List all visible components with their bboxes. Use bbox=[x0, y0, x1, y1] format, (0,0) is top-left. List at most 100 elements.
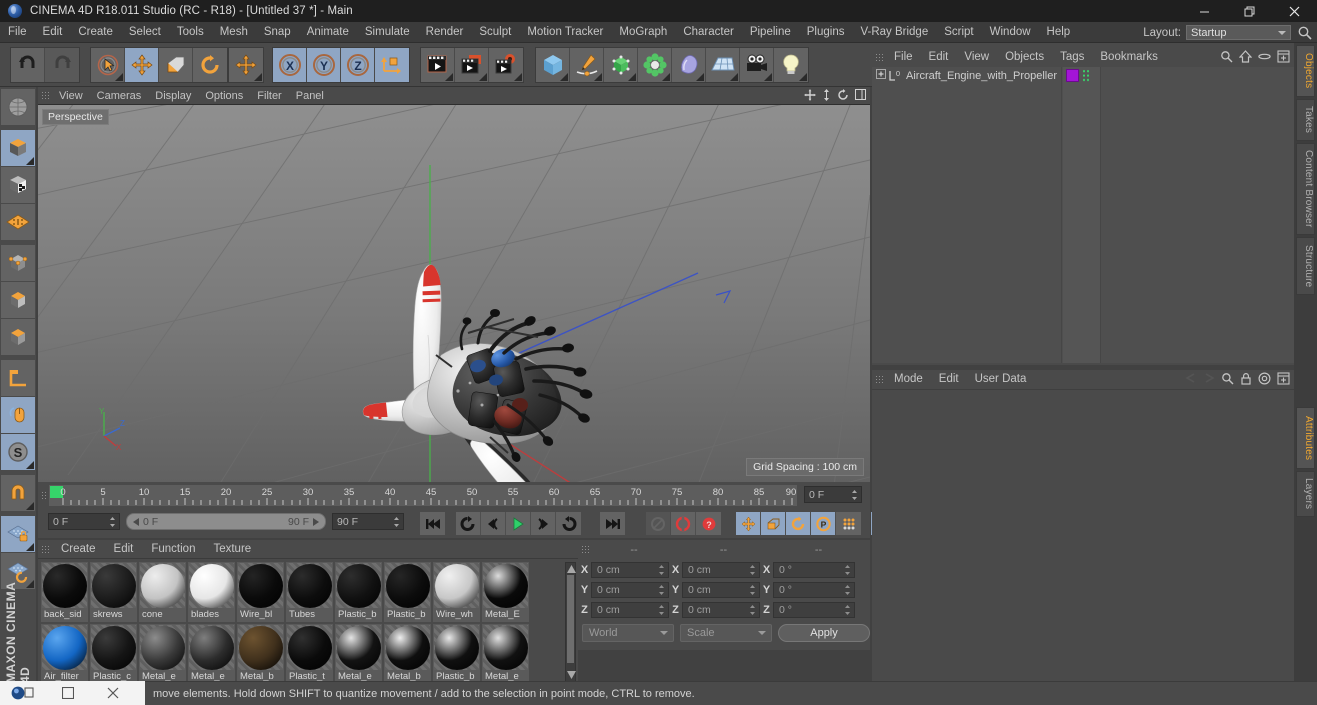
rotate-view-icon[interactable] bbox=[837, 88, 849, 104]
tab-objects[interactable]: Objects bbox=[1296, 45, 1315, 97]
viewport-3d[interactable]: Perspective Grid Spacing : 100 cm Y Z X bbox=[38, 105, 870, 482]
stepper-icon[interactable] bbox=[109, 516, 116, 527]
position-z-field[interactable]: 0 cm bbox=[591, 601, 669, 618]
axis-mode-button[interactable] bbox=[1, 360, 35, 396]
object-menu-view[interactable]: View bbox=[956, 48, 997, 67]
menu-animate[interactable]: Animate bbox=[299, 22, 357, 43]
attribute-menu-user-data[interactable]: User Data bbox=[967, 370, 1035, 389]
frame-range-slider[interactable]: 0 F 90 F bbox=[126, 513, 326, 530]
zoom-view-icon[interactable] bbox=[822, 88, 831, 104]
polygon-uv-mode-button[interactable] bbox=[1, 204, 35, 240]
material-swatch[interactable]: Metal_E bbox=[482, 562, 529, 622]
scale-key-button[interactable] bbox=[761, 512, 786, 535]
render-to-picture-viewer-button[interactable] bbox=[455, 48, 489, 82]
play-backwards-button[interactable] bbox=[456, 512, 481, 535]
add-light-button[interactable] bbox=[774, 48, 808, 82]
position-y-field[interactable]: 0 cm bbox=[591, 581, 669, 598]
add-deformer-button[interactable] bbox=[672, 48, 706, 82]
stepper-icon[interactable] bbox=[658, 564, 665, 575]
expand-toggle-icon[interactable] bbox=[876, 69, 886, 82]
menu-edit[interactable]: Edit bbox=[35, 22, 71, 43]
material-menu-create[interactable]: Create bbox=[52, 540, 105, 559]
home-icon[interactable] bbox=[1238, 49, 1253, 66]
nav-back-icon[interactable] bbox=[1185, 372, 1215, 387]
material-scrollbar[interactable] bbox=[565, 562, 576, 682]
material-menu-function[interactable]: Function bbox=[142, 540, 204, 559]
render-settings-button[interactable] bbox=[489, 48, 523, 82]
tab-layers[interactable]: Layers bbox=[1296, 471, 1315, 517]
polygons-mode-button[interactable] bbox=[1, 319, 35, 355]
position-key-button[interactable] bbox=[736, 512, 761, 535]
object-menu-tags[interactable]: Tags bbox=[1052, 48, 1092, 67]
viewport-solo-button[interactable] bbox=[1, 397, 35, 433]
material-swatch[interactable]: blades bbox=[188, 562, 235, 622]
add-spline-button[interactable] bbox=[570, 48, 604, 82]
menu-window[interactable]: Window bbox=[982, 22, 1039, 43]
menu-mesh[interactable]: Mesh bbox=[212, 22, 256, 43]
end-frame-field[interactable]: 90 F bbox=[332, 513, 404, 530]
coordinates-grip-icon[interactable] bbox=[578, 541, 592, 559]
attribute-menu-mode[interactable]: Mode bbox=[886, 370, 931, 389]
move-tool-button[interactable] bbox=[125, 48, 159, 82]
menu-script[interactable]: Script bbox=[936, 22, 981, 43]
material-swatch[interactable]: Metal_e bbox=[335, 624, 382, 684]
axis-x-button[interactable]: X bbox=[273, 48, 307, 82]
menu-file[interactable]: File bbox=[0, 22, 35, 43]
material-swatch[interactable]: Plastic_t bbox=[286, 624, 333, 684]
material-swatch[interactable]: Plastic_b bbox=[384, 562, 431, 622]
rotation-x-field[interactable]: 0 ° bbox=[773, 561, 855, 578]
taskbar-window-icon[interactable] bbox=[45, 681, 90, 705]
add-cube-button[interactable] bbox=[536, 48, 570, 82]
target-icon[interactable] bbox=[1258, 371, 1271, 388]
taskbar-close-icon[interactable] bbox=[90, 681, 135, 705]
keyframe-selection-button[interactable]: ? bbox=[696, 512, 721, 535]
workplane-lock-button[interactable] bbox=[1, 516, 35, 552]
menu-sculpt[interactable]: Sculpt bbox=[471, 22, 519, 43]
axis-y-button[interactable]: Y bbox=[307, 48, 341, 82]
texture-tag-icon[interactable] bbox=[1082, 69, 1090, 82]
material-tag-icon[interactable] bbox=[1066, 69, 1079, 82]
material-swatch[interactable]: Plastic_b bbox=[335, 562, 382, 622]
viewport-menu-view[interactable]: View bbox=[52, 87, 90, 105]
taskbar-app-icon[interactable] bbox=[0, 681, 45, 705]
viewport-menu-filter[interactable]: Filter bbox=[250, 87, 288, 105]
menu-plugins[interactable]: Plugins bbox=[799, 22, 853, 43]
material-swatch[interactable]: Wire_bl bbox=[237, 562, 284, 622]
lock-icon[interactable] bbox=[1240, 372, 1252, 388]
link-icon[interactable] bbox=[1258, 50, 1271, 66]
stepper-icon[interactable] bbox=[393, 516, 400, 527]
play-forwards-button[interactable] bbox=[506, 512, 531, 535]
undo-button[interactable] bbox=[11, 48, 45, 82]
rotation-y-field[interactable]: 0 ° bbox=[773, 581, 855, 598]
menu-help[interactable]: Help bbox=[1039, 22, 1079, 43]
model-mode-button[interactable] bbox=[1, 130, 35, 166]
material-swatch[interactable]: Metal_b bbox=[384, 624, 431, 684]
live-selection-tool-button[interactable] bbox=[91, 48, 125, 82]
attribute-content[interactable] bbox=[872, 389, 1294, 687]
material-swatch[interactable]: Air_filter bbox=[41, 624, 88, 684]
object-menu-edit[interactable]: Edit bbox=[921, 48, 957, 67]
parameter-key-button[interactable]: P bbox=[811, 512, 836, 535]
edges-mode-button[interactable] bbox=[1, 282, 35, 318]
new-view-icon[interactable] bbox=[1277, 371, 1290, 388]
material-menu-edit[interactable]: Edit bbox=[105, 540, 143, 559]
current-frame-top-field[interactable]: 0 F bbox=[804, 486, 862, 503]
size-z-field[interactable]: 0 cm bbox=[682, 601, 760, 618]
material-swatch[interactable]: cone bbox=[139, 562, 186, 622]
size-x-field[interactable]: 0 cm bbox=[682, 561, 760, 578]
attribute-menu-edit[interactable]: Edit bbox=[931, 370, 967, 389]
object-menu-file[interactable]: File bbox=[886, 48, 921, 67]
search-icon[interactable] bbox=[1297, 25, 1313, 41]
coordinate-system-button[interactable] bbox=[375, 48, 409, 82]
material-swatch[interactable]: Tubes bbox=[286, 562, 333, 622]
attribute-grip-icon[interactable] bbox=[872, 371, 886, 389]
viewport-menu-display[interactable]: Display bbox=[148, 87, 198, 105]
material-swatch[interactable]: Metal_e bbox=[482, 624, 529, 684]
add-floor-button[interactable] bbox=[706, 48, 740, 82]
current-frame-field[interactable]: 0 F bbox=[48, 513, 120, 530]
layer-badge-icon[interactable]: 0 bbox=[889, 70, 903, 82]
menu-vray-bridge[interactable]: V-Ray Bridge bbox=[852, 22, 936, 43]
material-grip-icon[interactable] bbox=[38, 540, 52, 558]
stepper-icon[interactable] bbox=[658, 584, 665, 595]
position-x-field[interactable]: 0 cm bbox=[591, 561, 669, 578]
